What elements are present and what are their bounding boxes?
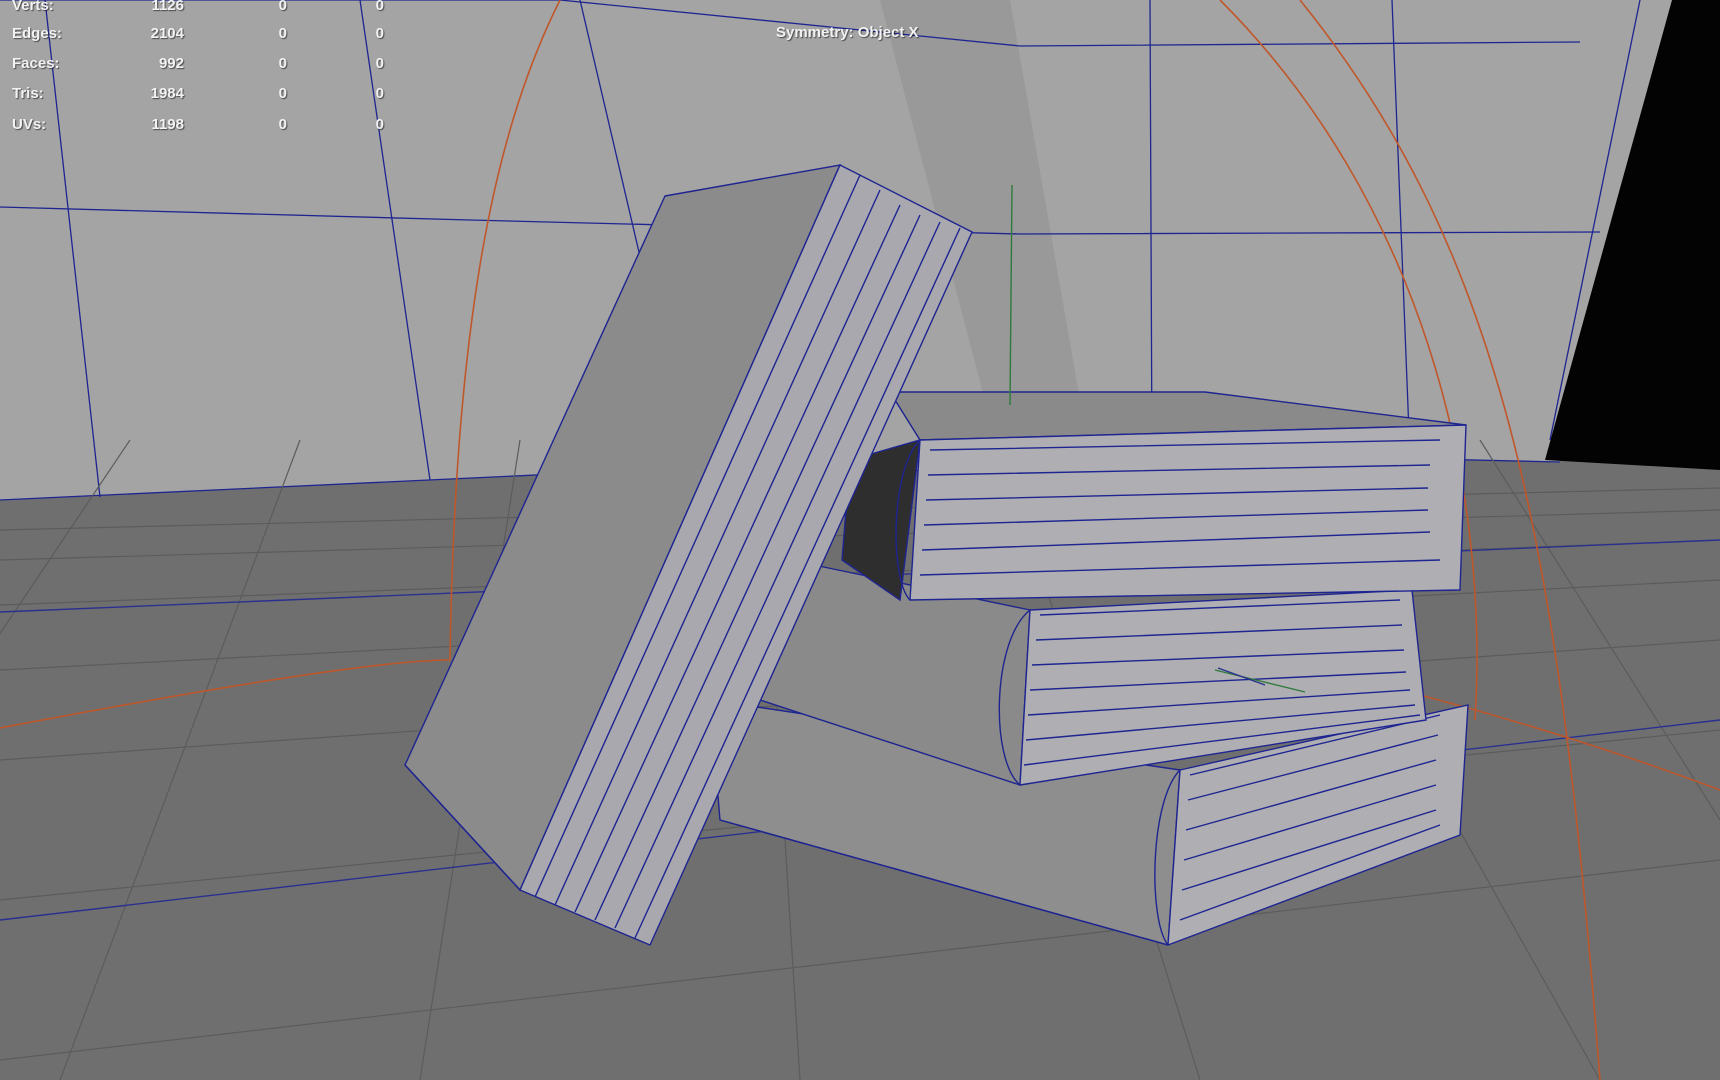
hud-value-tris: 1984 [150,85,184,102]
hud-uvs-col3: 0 [375,116,384,133]
hud-verts-col2: 0 [278,0,287,14]
hud-edges-col2: 0 [278,25,287,42]
hud-label-edges: Edges: [12,25,63,42]
hud-tris-col3: 0 [375,85,384,102]
heads-up-poly-count: Verts: 1126 0 0 Edges: 2104 0 0 Faces: 9… [0,0,420,140]
hud-faces-col2: 0 [278,55,287,72]
hud-label-tris: Tris: [12,85,44,102]
hud-value-edges: 2104 [150,25,184,42]
viewport-scene[interactable] [0,0,1720,1080]
hud-verts-col3: 0 [375,0,384,14]
hud-edges-col3: 0 [375,25,384,42]
symmetry-status: Symmetry: Object X [776,24,919,41]
hud-faces-col3: 0 [375,55,384,72]
hud-value-verts: 1126 [151,0,184,14]
hud-label-uvs: UVs: [12,116,47,133]
hud-value-uvs: 1198 [151,116,184,133]
book-top [841,391,1467,602]
hud-tris-col2: 0 [278,85,287,102]
hud-uvs-col2: 0 [278,116,287,133]
maya-3d-viewport[interactable]: Verts: 1126 0 0 Edges: 2104 0 0 Faces: 9… [0,0,1720,1080]
hud-label-faces: Faces: [12,55,60,72]
hud-label-verts: Verts: [12,0,54,14]
hud-value-faces: 992 [158,55,184,72]
